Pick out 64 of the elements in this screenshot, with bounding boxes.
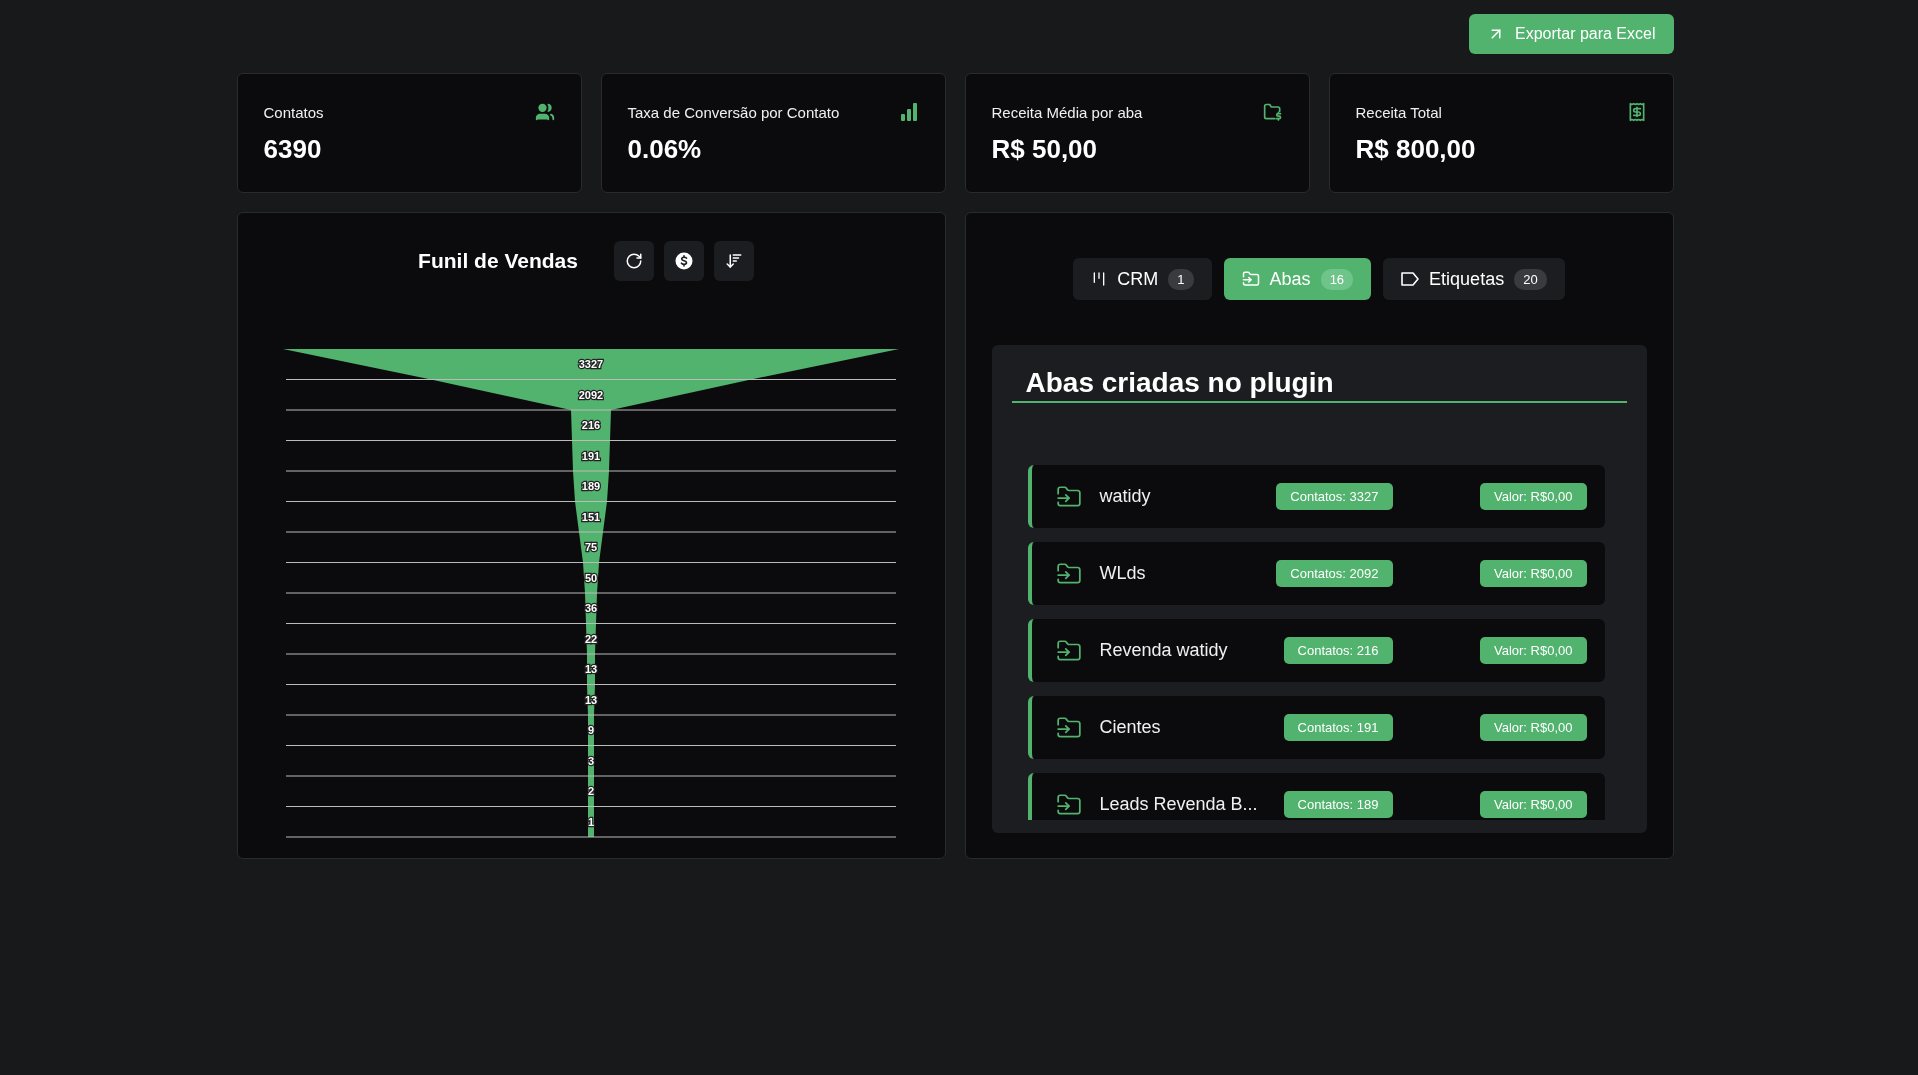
tab[interactable]: CRM 1 [1073,258,1212,300]
folder-icon [1055,560,1082,587]
stat-label: Taxa de Conversão por Contato [627,103,840,121]
tab-list-item[interactable]: Leads Revenda B... Contatos: 189 Valor: R$0,00 [1027,773,1605,820]
refresh-icon [624,252,643,270]
stage-count: 75 [584,541,598,554]
folder-icon [1055,714,1082,741]
stat-value: R$ 800,00 [1355,134,1477,165]
section-title: Abas criadas no plugin [1011,367,1627,403]
tab-name: Revenda watidy [1099,640,1229,661]
contacts-badge: Contatos: 216 [1283,637,1393,664]
value-badge: Valor: R$0,00 [1479,791,1587,818]
tab-list-item[interactable]: Cientes Contatos: 191 Valor: R$0,00 [1027,696,1605,759]
stat-value: R$ 50,00 [991,134,1099,165]
stat-label: Contatos [263,103,324,121]
tab-name: Leads Revenda B... [1099,794,1259,815]
label-icon [1401,272,1420,286]
folder-icon [1241,270,1260,288]
tab-name: WLds [1099,563,1147,584]
tab-name: watidy [1099,486,1152,507]
dollar-icon [674,252,693,270]
folder-icon [1055,483,1082,510]
value-badge: Valor: R$0,00 [1479,560,1587,587]
stage-count: 3327 [578,358,604,371]
contacts-badge: Contatos: 191 [1283,714,1393,741]
refresh-button[interactable] [613,241,654,281]
stage-count: 2092 [578,388,604,401]
stage-count: 1 [587,815,595,828]
tab-list-item[interactable]: WLds Contatos: 2092 Valor: R$0,00 [1027,542,1605,605]
folder-dollar-icon [1262,102,1283,122]
users-icon [534,102,555,122]
contacts-badge: Contatos: 3327 [1276,483,1393,510]
count-badge: 20 [1514,268,1547,290]
currency-button[interactable] [663,241,704,281]
folder-icon [1055,791,1082,818]
tab-name: Cientes [1099,717,1162,738]
sort-button[interactable] [713,241,754,281]
contacts-badge: Contatos: 189 [1283,791,1393,818]
stage-count: 36 [584,602,598,615]
value-badge: Valor: R$0,00 [1479,637,1587,664]
stage-count: 151 [581,510,601,523]
folder-icon [1055,637,1082,664]
contacts-badge: Contatos: 2092 [1276,560,1393,587]
bar-chart-icon [898,102,919,122]
stage-count: 189 [581,480,601,493]
tab-list-item[interactable]: Revenda watidy Contatos: 216 Valor: R$0,00 [1027,619,1605,682]
stage-count: 216 [581,419,601,432]
stage-count: 3 [587,754,595,767]
stage-count: 50 [584,571,598,584]
stat-label: Receita Total [1355,103,1442,121]
stage-count: 2 [587,785,595,798]
stat-value: 6390 [263,134,323,165]
count-badge: 16 [1320,268,1354,290]
sort-icon [724,252,743,270]
value-badge: Valor: R$0,00 [1479,483,1587,510]
value-badge: Valor: R$0,00 [1479,714,1587,741]
panel-title: Funil de Vendas [418,249,578,273]
stat-value: 0.06% [627,134,703,165]
tab-list-item[interactable]: watidy Contatos: 3327 Valor: R$0,00 [1027,465,1605,528]
stage-count: 9 [587,724,595,737]
stat-label: Receita Média por aba [991,103,1143,121]
tab[interactable]: Etiquetas 20 [1383,258,1565,300]
stage-count: 191 [581,449,601,462]
count-badge: 1 [1168,268,1194,290]
